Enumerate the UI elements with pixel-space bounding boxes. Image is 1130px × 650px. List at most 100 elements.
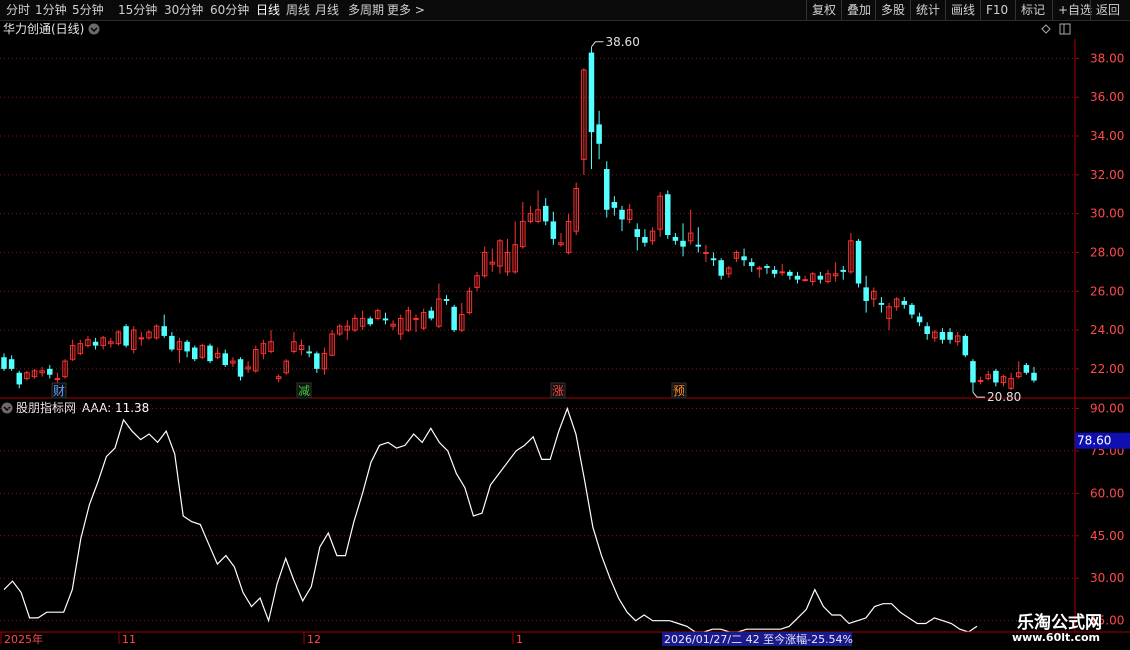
candle-body-down	[787, 271, 793, 276]
candle-body-down	[748, 262, 755, 267]
period-toolbar: 分时 1分钟 5分钟 15分钟 30分钟 60分钟 日线 周线 月线 多周期 更多 > 复权 叠加 多股统…	[0, 0, 1130, 21]
low-pointer	[972, 391, 985, 398]
candle-body-down	[764, 266, 770, 268]
candle-body-down	[382, 318, 389, 321]
watermark-url: www.60lt.com	[1011, 631, 1100, 644]
dropdown-icon	[88, 23, 100, 35]
tool-button-8[interactable]: 返回	[1096, 2, 1120, 18]
candle-body-down	[970, 361, 976, 383]
candle-body-down	[817, 275, 824, 280]
candle-body-down	[909, 304, 915, 315]
candle-body-up	[779, 271, 785, 274]
candle-body-down	[855, 240, 862, 284]
tool-button-4[interactable]: 画线	[951, 2, 975, 18]
toolbar-separator	[945, 0, 946, 20]
event-marker: 减	[298, 384, 310, 398]
indicator-tick-label: 90.00	[1090, 401, 1124, 415]
indicator-tick-label: 60.00	[1090, 486, 1124, 500]
period-tab-5[interactable]: 60分钟	[210, 2, 249, 18]
candle-body-down	[619, 209, 625, 220]
candle-body-down	[92, 341, 99, 346]
candle-body-up	[413, 317, 419, 320]
candle-body-down	[314, 353, 320, 369]
period-tab-1[interactable]: 1分钟	[35, 2, 67, 18]
price-tick-label: 32.00	[1090, 168, 1124, 182]
tool-button-1[interactable]: 叠加	[847, 2, 871, 18]
candle-body-down	[237, 359, 244, 377]
candle-body-down	[665, 194, 671, 235]
candle-body-down	[916, 316, 923, 323]
toolbar-separator	[910, 0, 911, 20]
candle-body-down	[47, 368, 53, 375]
range-info-text: 2026/01/27/二 42 至今涨幅-25.54%	[664, 632, 853, 646]
candle-body-down	[8, 359, 15, 369]
candle-body-down	[710, 258, 717, 261]
candle-body-down	[123, 326, 129, 346]
candle-body-down	[634, 229, 641, 237]
candle-body-down	[1031, 372, 1037, 381]
price-tick-label: 36.00	[1090, 90, 1124, 104]
aaa-indicator-line	[3, 406, 978, 633]
tool-button-2[interactable]: 多股	[881, 2, 905, 18]
period-tab-7[interactable]: 周线	[286, 2, 310, 18]
period-tab-3[interactable]: 15分钟	[118, 2, 157, 18]
period-tab-8[interactable]: 月线	[315, 2, 339, 18]
event-marker: 财	[53, 384, 65, 398]
tool-button-5[interactable]: F10	[986, 2, 1008, 18]
date-label: 1	[516, 633, 523, 646]
toolbar-separator	[806, 0, 807, 20]
candle-body-down	[695, 244, 702, 247]
period-tab-10[interactable]: 更多 >	[387, 2, 425, 18]
price-tick-label: 24.00	[1090, 323, 1124, 337]
price-tick-label: 38.00	[1090, 51, 1124, 65]
tool-button-3[interactable]: 统计	[916, 2, 940, 18]
candle-body-down	[596, 124, 602, 144]
indicator-title: 股朋指标网	[16, 400, 76, 415]
price-tick-label: 28.00	[1090, 245, 1124, 259]
high-pointer	[591, 41, 604, 48]
indicator-value-badge-text: 78.60	[1077, 434, 1111, 448]
period-tab-2[interactable]: 5分钟	[72, 2, 104, 18]
toolbar-separator	[1090, 0, 1091, 20]
candle-body-down	[169, 335, 175, 350]
candle-body-down	[840, 269, 847, 272]
candle-body-down	[1, 357, 7, 369]
tool-button-0[interactable]: 复权	[812, 2, 836, 18]
candle-body-down	[603, 169, 610, 210]
period-tab-6[interactable]: 日线	[256, 2, 280, 18]
indicator-tick-label: 45.00	[1090, 529, 1124, 543]
candle-body-down	[939, 332, 946, 340]
chart-area: 华力创通(日线) 22.00 24.00 26.00 28.00 30.00 32.00 34…	[0, 22, 1130, 646]
candle-body-down	[588, 52, 595, 133]
candle-body-down	[901, 300, 908, 305]
period-tab-0[interactable]: 分时	[6, 2, 30, 18]
candle-body-down	[306, 351, 312, 354]
candle-body-down	[794, 275, 801, 280]
tool-button-7[interactable]: +自选	[1058, 2, 1092, 18]
high-price-label: 38.60	[605, 35, 639, 49]
candle-body-down	[550, 221, 557, 239]
candle-body-down	[428, 310, 435, 319]
price-tick-label: 26.00	[1090, 284, 1124, 298]
candle-body-down	[863, 287, 869, 301]
period-tab-4[interactable]: 30分钟	[164, 2, 203, 18]
period-tab-9[interactable]: 多周期	[348, 2, 384, 18]
toolbar-separator	[841, 0, 842, 20]
candle-body-up	[138, 337, 145, 340]
date-label: 2025年	[4, 632, 43, 646]
candle-body-down	[611, 202, 618, 208]
candle-body-down	[367, 318, 373, 325]
candle-body-down	[191, 347, 198, 360]
price-tick-label: 22.00	[1090, 362, 1124, 376]
candle-body-down	[924, 326, 930, 334]
candle-body-up	[977, 380, 984, 383]
candle-body-down	[1023, 365, 1030, 373]
candle-body-down	[993, 370, 999, 383]
candle-body-down	[878, 302, 885, 305]
event-marker: 预	[673, 384, 685, 398]
tool-button-6[interactable]: 标记	[1021, 2, 1045, 18]
panel-toggle-icon	[1059, 23, 1071, 35]
toolbar-separator	[1052, 0, 1053, 20]
candle-body-up	[703, 251, 709, 254]
candle-body-down	[443, 299, 450, 301]
